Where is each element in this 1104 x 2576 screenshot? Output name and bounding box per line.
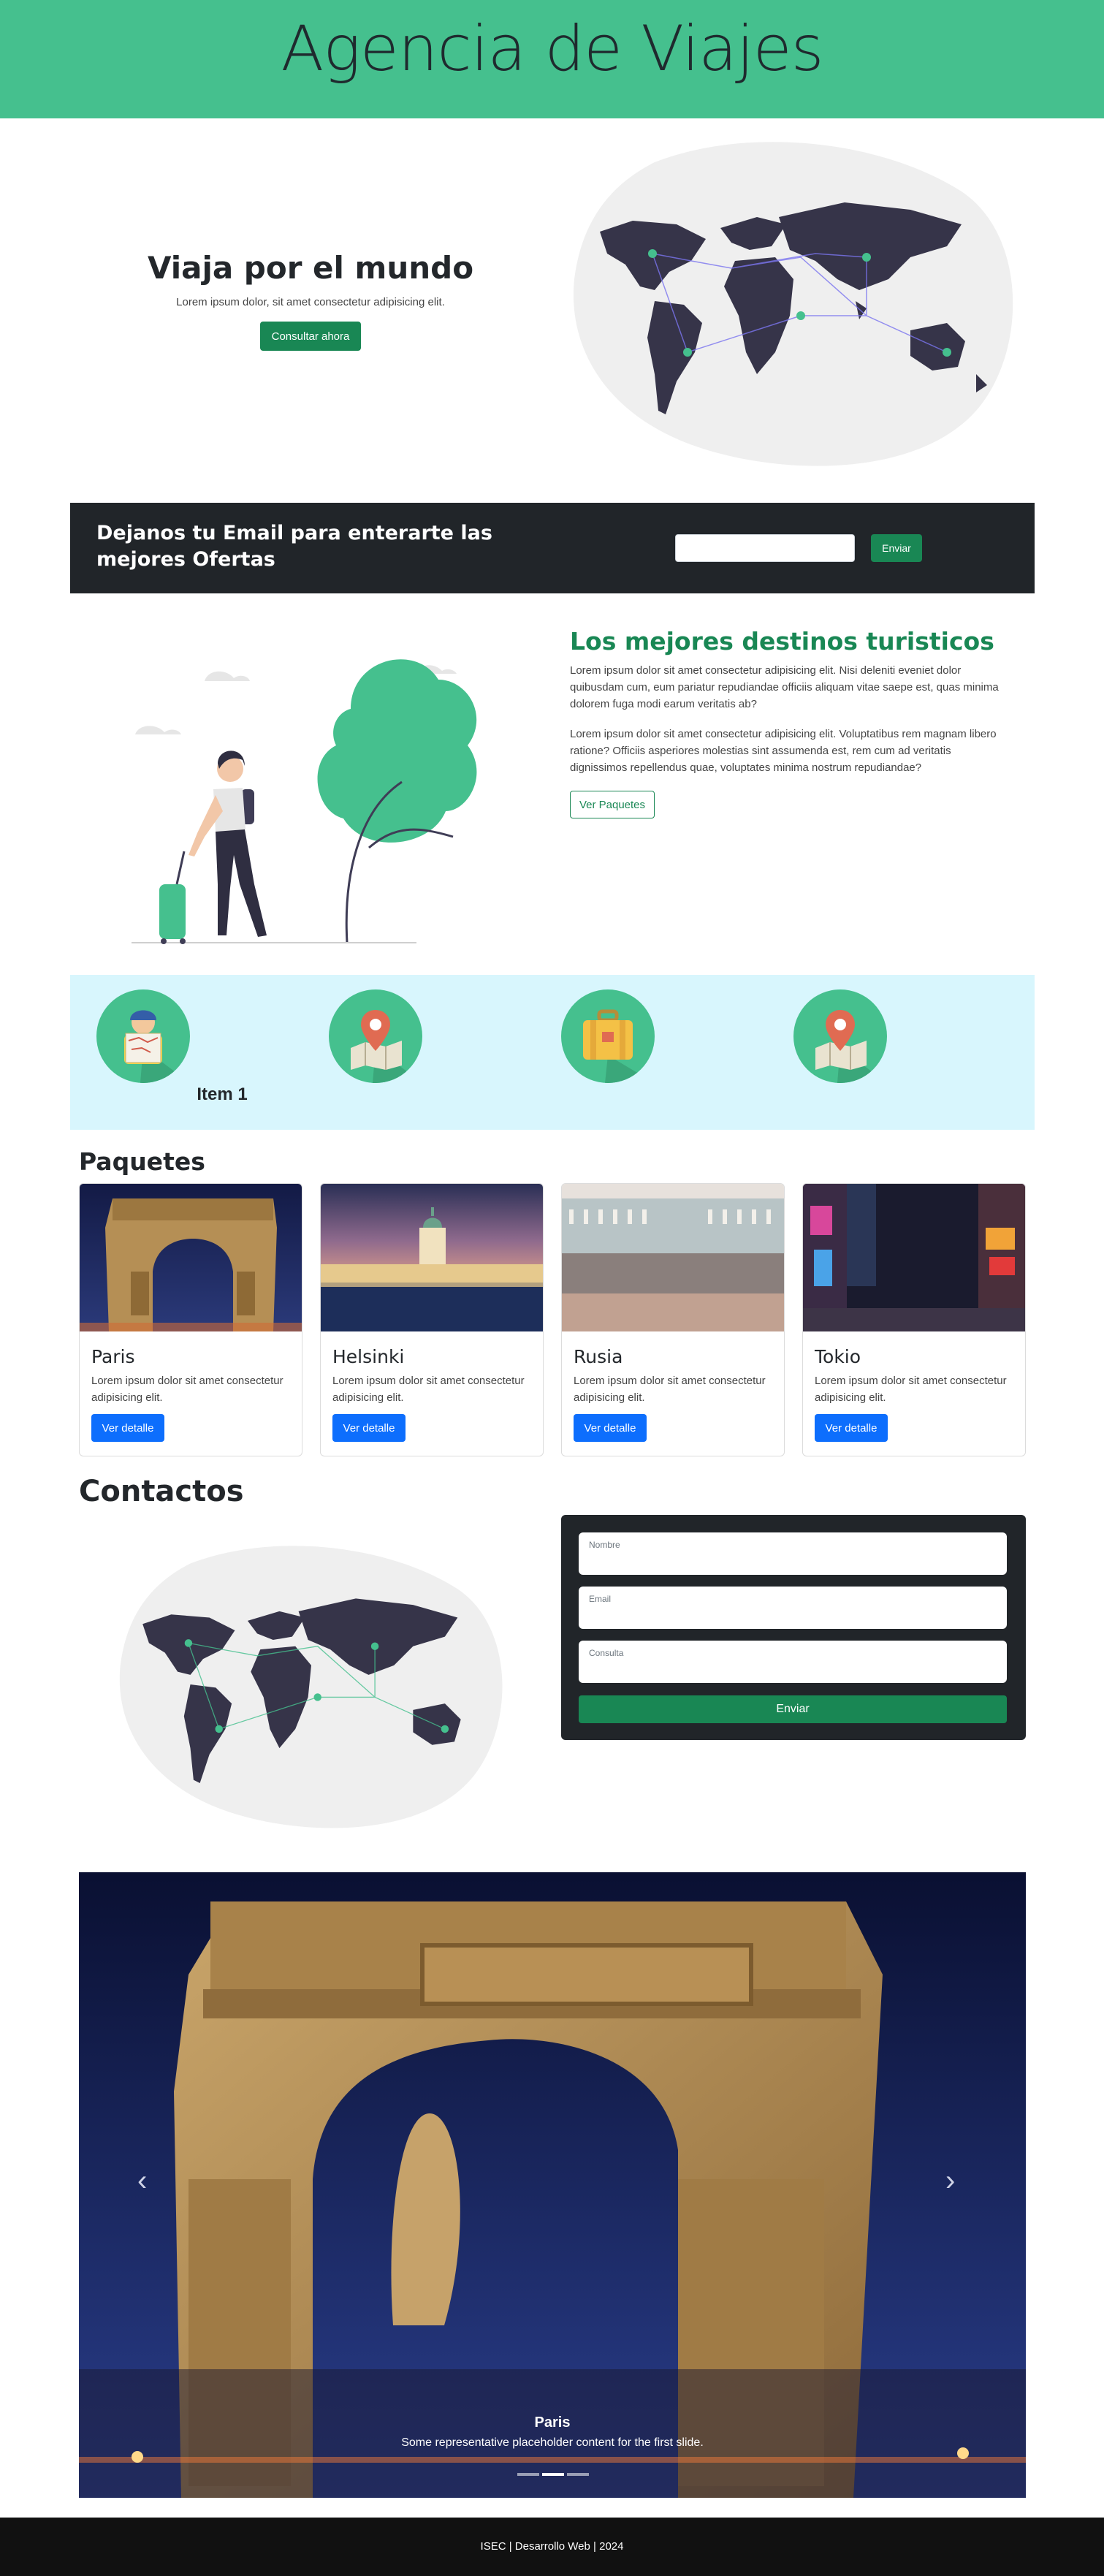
package-detail-button[interactable]: Ver detalle: [332, 1414, 406, 1442]
hero-text: Lorem ipsum dolor, sit amet consectetur …: [176, 296, 445, 308]
feature-item-label: Item 1: [197, 1084, 248, 1104]
package-name: Paris: [91, 1346, 135, 1367]
carousel-prev-button[interactable]: ‹: [137, 2165, 147, 2197]
newsletter-submit-button[interactable]: Enviar: [871, 534, 922, 562]
image-carousel: ‹ › Paris Some representative placeholde…: [79, 1872, 1026, 2498]
package-card-paris: Paris Lorem ipsum dolor sit amet consect…: [79, 1183, 302, 1456]
email-field[interactable]: Email: [579, 1587, 1007, 1629]
message-field[interactable]: Consulta: [579, 1641, 1007, 1683]
contact-form: Nombre Email Consulta Enviar: [561, 1515, 1026, 1740]
carousel-caption-title: Paris: [534, 2414, 571, 2431]
package-card-rusia: Rusia Lorem ipsum dolor sit amet consect…: [561, 1183, 785, 1456]
package-description: Lorem ipsum dolor sit amet consectetur a…: [332, 1375, 525, 1404]
contact-submit-button[interactable]: Enviar: [579, 1695, 1007, 1723]
package-card-helsinki: Helsinki Lorem ipsum dolor sit amet cons…: [320, 1183, 544, 1456]
features-band: Item 1: [70, 975, 1035, 1130]
package-name: Tokio: [815, 1346, 861, 1367]
map-pin-icon: [793, 989, 887, 1083]
world-map-illustration: [573, 142, 1013, 466]
name-field[interactable]: Nombre: [579, 1532, 1007, 1575]
package-card-tokio: Tokio Lorem ipsum dolor sit amet consect…: [802, 1183, 1026, 1456]
package-name: Rusia: [574, 1346, 623, 1367]
site-title: Agencia de Viajes: [281, 12, 823, 86]
helsinki-photo: [321, 1184, 543, 1331]
rusia-photo: [562, 1184, 784, 1331]
packages-title: Paquetes: [79, 1147, 205, 1176]
carousel-indicator-2[interactable]: [542, 2473, 564, 2476]
carousel-indicator-1[interactable]: [517, 2473, 539, 2476]
site-header: Agencia de Viajes: [0, 0, 1104, 118]
consult-button[interactable]: Consultar ahora: [260, 322, 361, 351]
email-field[interactable]: [675, 534, 855, 562]
tokio-photo: [803, 1184, 1025, 1331]
email-field-label: Email: [589, 1594, 612, 1604]
view-packages-button[interactable]: Ver Paquetes: [570, 791, 655, 818]
traveler-map-icon: [96, 989, 190, 1083]
carousel-caption-text: Some representative placeholder content …: [401, 2436, 704, 2449]
world-map-illustration: [119, 1546, 503, 1828]
package-description: Lorem ipsum dolor sit amet consectetur a…: [574, 1375, 766, 1404]
destinations-paragraph-2: Lorem ipsum dolor sit amet consectetur a…: [570, 728, 997, 774]
package-description: Lorem ipsum dolor sit amet consectetur a…: [91, 1375, 283, 1404]
carousel-slide-image: [79, 1872, 1026, 2498]
carousel-indicator-3[interactable]: [567, 2473, 589, 2476]
message-field-label: Consulta: [589, 1648, 624, 1658]
package-detail-button[interactable]: Ver detalle: [91, 1414, 164, 1442]
package-detail-button[interactable]: Ver detalle: [574, 1414, 647, 1442]
site-footer: ISEC | Desarrollo Web | 2024: [0, 2518, 1104, 2576]
destinations-title: Los mejores destinos turisticos: [570, 627, 994, 656]
map-pin-icon: [329, 989, 422, 1083]
carousel-next-button[interactable]: ›: [945, 2165, 955, 2197]
hero-title: Viaja por el mundo: [147, 250, 474, 286]
package-description: Lorem ipsum dolor sit amet consectetur a…: [815, 1375, 1007, 1404]
package-detail-button[interactable]: Ver detalle: [815, 1414, 888, 1442]
traveler-illustration: [132, 659, 477, 944]
paris-photo: [80, 1184, 302, 1331]
contact-title: Contactos: [79, 1475, 244, 1508]
suitcase-icon: [561, 989, 655, 1083]
newsletter-banner: Dejanos tu Email para enterarte las mejo…: [70, 503, 1035, 593]
footer-text: ISEC | Desarrollo Web | 2024: [480, 2540, 624, 2553]
newsletter-title: Dejanos tu Email para enterarte las mejo…: [96, 522, 492, 571]
destinations-paragraph-1: Lorem ipsum dolor sit amet consectetur a…: [570, 664, 999, 710]
name-field-label: Nombre: [589, 1540, 620, 1550]
package-name: Helsinki: [332, 1346, 405, 1367]
